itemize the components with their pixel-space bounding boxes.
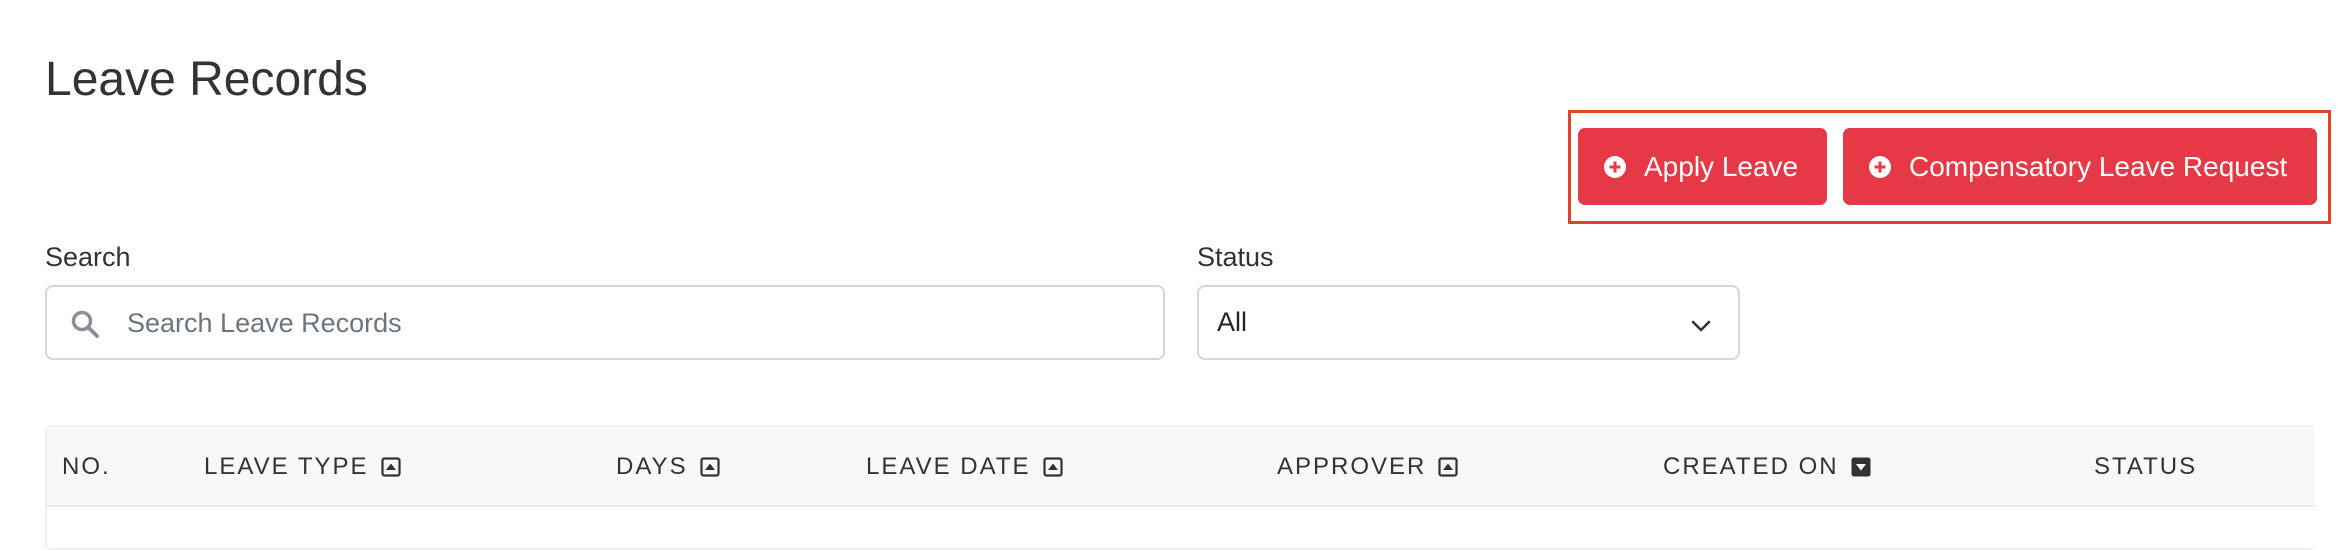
column-header-no: NO.	[62, 453, 111, 480]
chevron-down-icon	[1690, 313, 1712, 335]
status-select[interactable]: All	[1197, 285, 1740, 360]
status-selected-value: All	[1217, 307, 1248, 337]
column-header-days[interactable]: DAYS	[616, 427, 720, 507]
sort-up-icon[interactable]	[380, 457, 401, 477]
column-header-status: STATUS	[2094, 453, 2198, 480]
table-header: NO. LEAVE TYPE DAYS LEAVE DATE APPROVER …	[47, 427, 2315, 507]
column-header-leave-date[interactable]: LEAVE DATE	[866, 427, 1063, 507]
leave-records-page: Leave Records Apply Leave Compensatory L…	[0, 0, 2348, 550]
plus-circle-icon	[1869, 155, 1891, 178]
apply-leave-label: Apply Leave	[1644, 150, 1799, 182]
column-header-approver[interactable]: APPROVER	[1277, 427, 1458, 507]
sort-up-icon[interactable]	[1042, 457, 1063, 477]
column-header-created-on[interactable]: CREATED ON	[1663, 427, 1871, 507]
search-icon	[70, 309, 100, 339]
plus-circle-icon	[1604, 155, 1626, 178]
search-input[interactable]	[127, 297, 1147, 349]
sort-up-icon[interactable]	[1438, 457, 1458, 477]
search-label: Search	[45, 242, 131, 272]
leave-records-table: NO. LEAVE TYPE DAYS LEAVE DATE APPROVER …	[45, 425, 2315, 550]
sort-up-icon[interactable]	[699, 457, 720, 477]
status-label: Status	[1197, 242, 1274, 272]
apply-leave-button[interactable]: Apply Leave	[1578, 128, 1827, 205]
column-header-leave-type[interactable]: LEAVE TYPE	[204, 427, 401, 507]
page-title: Leave Records	[45, 53, 368, 106]
compensatory-leave-request-button[interactable]: Compensatory Leave Request	[1843, 128, 2317, 205]
compensatory-leave-label: Compensatory Leave Request	[1909, 150, 2288, 182]
search-field[interactable]	[45, 285, 1165, 360]
sort-down-active-icon[interactable]	[1851, 457, 1871, 477]
